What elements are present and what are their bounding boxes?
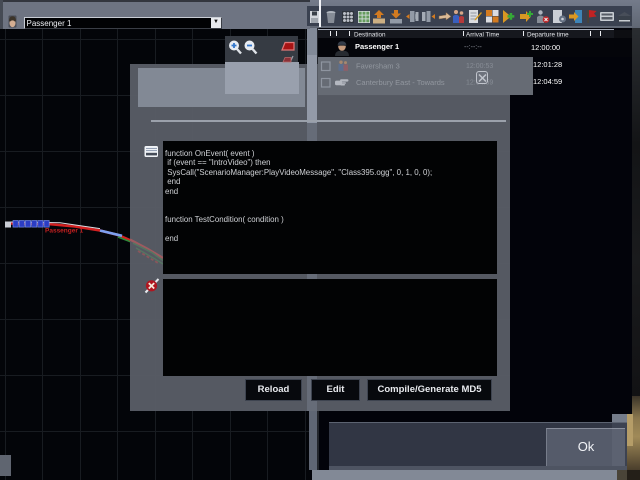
svg-text:Passenger 1: Passenger 1 bbox=[45, 228, 84, 235]
svg-text:12:00:53: 12:00:53 bbox=[466, 63, 493, 70]
svg-text:Canterbury East - Towards: Canterbury East - Towards bbox=[356, 78, 445, 87]
svg-text:Faversham 3: Faversham 3 bbox=[356, 62, 400, 71]
